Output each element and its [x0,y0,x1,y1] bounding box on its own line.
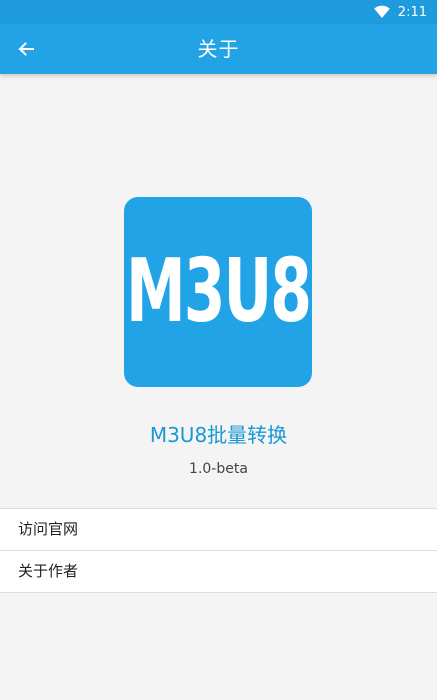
status-icons: 2:11 [373,3,427,21]
logo-text: M3U8 [126,241,312,343]
wifi-icon [373,5,390,18]
app-version: 1.0-beta [189,461,248,477]
menu-list: 访问官网 关于作者 [0,508,437,593]
menu-item-about-author[interactable]: 关于作者 [0,551,437,593]
app-bar: 关于 [0,24,437,74]
back-button[interactable] [8,31,44,67]
status-bar: 2:11 [0,0,437,24]
status-time: 2:11 [397,4,427,20]
app-logo: M3U8 [124,197,312,387]
page-title: 关于 [197,37,240,61]
menu-item-visit-website[interactable]: 访问官网 [0,509,437,551]
app-name: M3U8批量转换 [149,423,288,447]
arrow-left-icon [18,42,34,56]
